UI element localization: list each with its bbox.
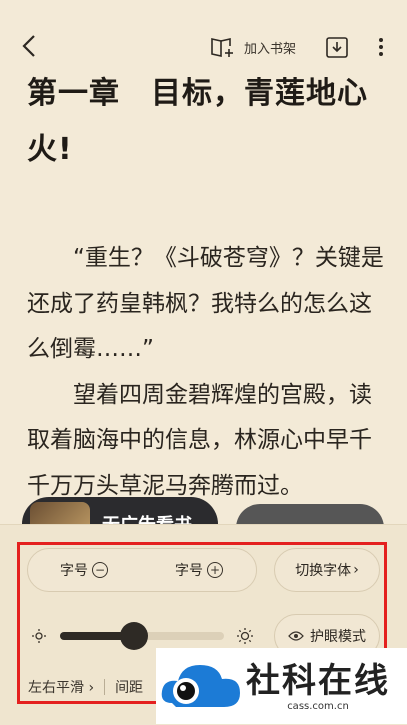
watermark-url: cass.com.cn bbox=[287, 700, 349, 712]
download-icon bbox=[326, 37, 348, 58]
back-button[interactable] bbox=[14, 30, 44, 62]
eye-icon bbox=[288, 631, 304, 641]
page-turn-label: 左右平滑 bbox=[28, 680, 84, 696]
more-options-button[interactable] bbox=[368, 32, 394, 62]
chapter-content: “重生？《斗破苍穹》？关键是还成了药皇韩枫？我特么的怎么这么倒霉……” 望着四周… bbox=[27, 236, 387, 509]
divider bbox=[104, 679, 106, 695]
eye-mode-label: 护眼模式 bbox=[310, 629, 366, 645]
brightness-slider-thumb[interactable] bbox=[119, 622, 148, 650]
add-to-shelf-button[interactable]: 加入书架 bbox=[210, 33, 296, 61]
switch-font-button[interactable]: 切换字体 › bbox=[274, 548, 380, 592]
font-size-increase-button[interactable]: 字号 + bbox=[175, 549, 223, 591]
font-size-decrease-label: 字号 bbox=[60, 563, 88, 579]
paragraph: 望着四周金碧辉煌的宫殿，读取着脑海中的信息，林源心中早千千万万头草泥马奔腾而过。 bbox=[27, 381, 372, 499]
switch-font-label: 切换字体 bbox=[295, 563, 352, 579]
font-size-decrease-button[interactable]: 字号 − bbox=[60, 549, 108, 591]
brightness-slider[interactable] bbox=[60, 622, 224, 650]
plus-icon: + bbox=[207, 562, 223, 578]
page-options-row: 左右平滑 › 间距 bbox=[28, 676, 143, 698]
spacing-option[interactable]: 间距 bbox=[115, 677, 143, 697]
paragraph: “重生？《斗破苍穹》？关键是还成了药皇韩枫？我特么的怎么这么倒霉……” bbox=[27, 245, 384, 362]
brightness-high-icon bbox=[237, 628, 253, 644]
add-bookshelf-icon bbox=[211, 38, 233, 57]
chevron-right-icon: › bbox=[88, 680, 95, 696]
minus-icon: − bbox=[92, 562, 108, 578]
watermark: 社科在线 cass.com.cn bbox=[156, 648, 407, 724]
brightness-low-icon bbox=[32, 629, 46, 643]
font-size-control: 字号 − 字号 + bbox=[27, 548, 257, 592]
more-vertical-icon bbox=[379, 38, 383, 56]
cloud-logo-icon bbox=[161, 665, 240, 707]
download-button[interactable] bbox=[322, 32, 352, 62]
watermark-title: 社科在线 bbox=[246, 660, 390, 701]
page-turn-option[interactable]: 左右平滑 › bbox=[28, 677, 94, 697]
chevron-right-icon: › bbox=[353, 562, 359, 578]
add-to-shelf-label: 加入书架 bbox=[244, 41, 297, 57]
back-arrow-icon bbox=[22, 35, 35, 57]
font-size-increase-label: 字号 bbox=[175, 563, 203, 579]
chapter-title: 第一章 目标，青莲地心火! bbox=[27, 76, 368, 167]
